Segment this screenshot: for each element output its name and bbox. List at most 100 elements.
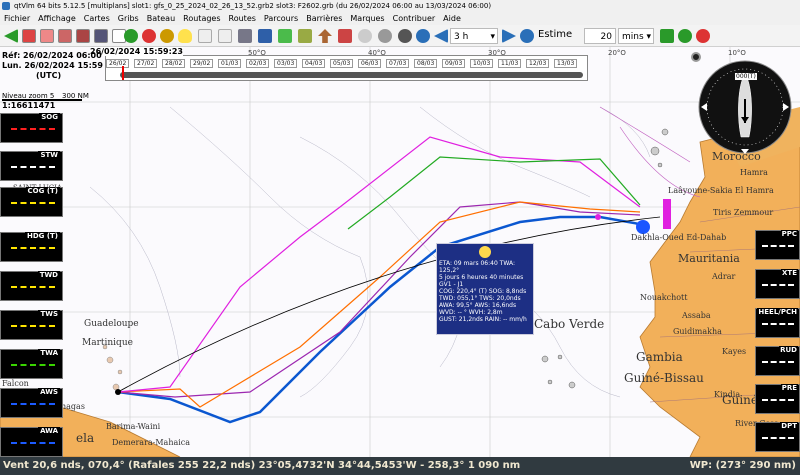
ais-settings-icon[interactable] xyxy=(218,29,232,43)
route-icon[interactable] xyxy=(358,29,372,43)
route-orthodromy[interactable] xyxy=(117,216,661,393)
menu-aide[interactable]: Aide xyxy=(439,12,465,25)
bulb-icon[interactable] xyxy=(178,29,192,43)
dash-tws[interactable]: TWS xyxy=(0,310,63,340)
timeline-date[interactable]: 28/02 xyxy=(162,59,186,68)
dash-awa[interactable]: AWA xyxy=(0,427,63,457)
start-point[interactable] xyxy=(115,389,121,395)
window-title: qtVlm 64 bits 5.12.5 [multiplans] slot1:… xyxy=(14,2,492,10)
minutes-input[interactable]: 20 xyxy=(584,28,616,44)
timeline-date[interactable]: 07/03 xyxy=(386,59,410,68)
bell-icon[interactable] xyxy=(660,29,674,43)
dash-pre[interactable]: PRE xyxy=(755,384,800,414)
dash-stw[interactable]: STW xyxy=(0,151,63,181)
route-magenta[interactable] xyxy=(117,136,641,393)
step-select[interactable]: 3 h ▾ xyxy=(450,28,498,44)
next-step-icon[interactable] xyxy=(502,29,516,43)
label-adrar: Adrar xyxy=(712,272,736,281)
menu-parcours[interactable]: Parcours xyxy=(260,12,302,25)
menu-routes[interactable]: Routes xyxy=(225,12,260,25)
stop-icon[interactable] xyxy=(142,29,156,43)
dash-cog[interactable]: COG (T) xyxy=(0,187,63,217)
target-icon[interactable] xyxy=(678,29,692,43)
estime-label: Estime xyxy=(538,29,573,40)
back-icon[interactable] xyxy=(4,29,18,43)
route-point[interactable] xyxy=(595,214,601,220)
lifebuoy-icon[interactable] xyxy=(696,29,710,43)
timeline-date[interactable]: 03/03 xyxy=(274,59,298,68)
ais-icon[interactable] xyxy=(198,29,212,43)
menu-routages[interactable]: Routages xyxy=(179,12,224,25)
timeline-date[interactable]: 13/03 xyxy=(554,59,578,68)
dash-ppc[interactable]: PPC xyxy=(755,230,800,260)
menu-gribs[interactable]: Gribs xyxy=(114,12,143,25)
grib-r-icon[interactable] xyxy=(40,29,54,43)
label-mauritania: Mauritania xyxy=(678,252,740,265)
label-cabo-verde: Cabo Verde xyxy=(534,317,605,331)
dash-twa[interactable]: TWA xyxy=(0,349,63,379)
timeline-slider[interactable]: 26/02/2024 15:59:23 26/02 27/02 28/02 29… xyxy=(90,47,588,81)
dash-sog[interactable]: SOG xyxy=(0,113,63,143)
grib-v-icon[interactable] xyxy=(76,29,90,43)
menu-bateau[interactable]: Bateau xyxy=(143,12,179,25)
poi-icon[interactable] xyxy=(160,29,174,43)
timeline-date[interactable]: 08/03 xyxy=(414,59,438,68)
timeline-date[interactable]: 26/02 xyxy=(106,59,130,68)
timeline-date[interactable]: 06/03 xyxy=(358,59,382,68)
dash-dpt[interactable]: DPT xyxy=(755,422,800,452)
boat-position[interactable] xyxy=(636,220,650,234)
dash-hdg[interactable]: HDG (T) xyxy=(0,232,63,262)
dash-aws[interactable]: AWS xyxy=(0,388,63,418)
timeline-date[interactable]: 11/03 xyxy=(498,59,522,68)
grid-icon[interactable] xyxy=(298,29,312,43)
grib-s-icon[interactable] xyxy=(94,29,108,43)
send-icon[interactable] xyxy=(416,29,430,43)
route-tooltip: ETA: 09 mars 06:40 TWA: 125,2° 5 jours 6… xyxy=(436,243,534,335)
gear-icon[interactable] xyxy=(378,29,392,43)
map-view[interactable]: 50°O 40°O 30°O 20°O 10°O Morocco Laâyoun… xyxy=(0,47,800,457)
timeline-date[interactable]: 04/03 xyxy=(302,59,326,68)
map-icon[interactable] xyxy=(278,29,292,43)
menu-cartes[interactable]: Cartes xyxy=(80,12,114,25)
timeline-date[interactable]: 01/03 xyxy=(218,59,242,68)
barrier-icon[interactable] xyxy=(338,29,352,43)
play-icon[interactable] xyxy=(520,29,534,43)
minutes-unit-select[interactable]: mins ▾ xyxy=(618,28,654,44)
menu-barrieres[interactable]: Barrières xyxy=(302,12,346,25)
play-back-icon[interactable] xyxy=(124,29,138,43)
menu-bar: Fichier Affichage Cartes Gribs Bateau Routage… xyxy=(0,12,800,25)
boat-icon[interactable] xyxy=(398,29,412,43)
upload-icon[interactable] xyxy=(318,29,332,43)
timeline-track[interactable] xyxy=(120,72,583,78)
menu-affichage[interactable]: Affichage xyxy=(34,12,80,25)
timeline-date[interactable]: 05/03 xyxy=(330,59,354,68)
menu-fichier[interactable]: Fichier xyxy=(0,12,34,25)
dash-xte[interactable]: XTE xyxy=(755,269,800,299)
grib-o-icon[interactable] xyxy=(22,29,36,43)
timeline-date[interactable]: 27/02 xyxy=(134,59,158,68)
window-titlebar: qtVlm 64 bits 5.12.5 [multiplans] slot1:… xyxy=(0,0,800,12)
waypoint-marker[interactable] xyxy=(663,199,671,229)
weather-icon xyxy=(479,246,491,258)
compass-settings-icon[interactable] xyxy=(691,52,701,62)
menu-contribuer[interactable]: Contribuer xyxy=(389,12,440,25)
dash-heel[interactable]: HEEL/PCH xyxy=(755,308,800,338)
timeline-date[interactable]: 29/02 xyxy=(190,59,214,68)
route-orange[interactable] xyxy=(117,201,641,408)
grib-m-icon[interactable] xyxy=(58,29,72,43)
ref-date: Réf: 26/02/2024 06:00 xyxy=(2,51,102,60)
dash-rud[interactable]: RUD xyxy=(755,346,800,376)
timeline-date[interactable]: 02/03 xyxy=(246,59,270,68)
compass-rose[interactable]: 000(T) xyxy=(697,59,793,155)
timeline-date[interactable]: 12/03 xyxy=(526,59,550,68)
timeline-date[interactable]: 10/03 xyxy=(470,59,494,68)
timeline-cursor[interactable] xyxy=(122,66,124,80)
prev-step-icon[interactable] xyxy=(434,29,448,43)
timeline-date[interactable]: 09/03 xyxy=(442,59,466,68)
zoom-box-icon[interactable] xyxy=(258,29,272,43)
dash-twd[interactable]: TWD xyxy=(0,271,63,301)
label-tiris: Tiris Zemmour xyxy=(713,208,774,217)
layers-icon[interactable] xyxy=(238,29,252,43)
toolbar: 3 h ▾ Estime 20 mins ▾ xyxy=(0,25,800,47)
menu-marques[interactable]: Marques xyxy=(346,12,388,25)
